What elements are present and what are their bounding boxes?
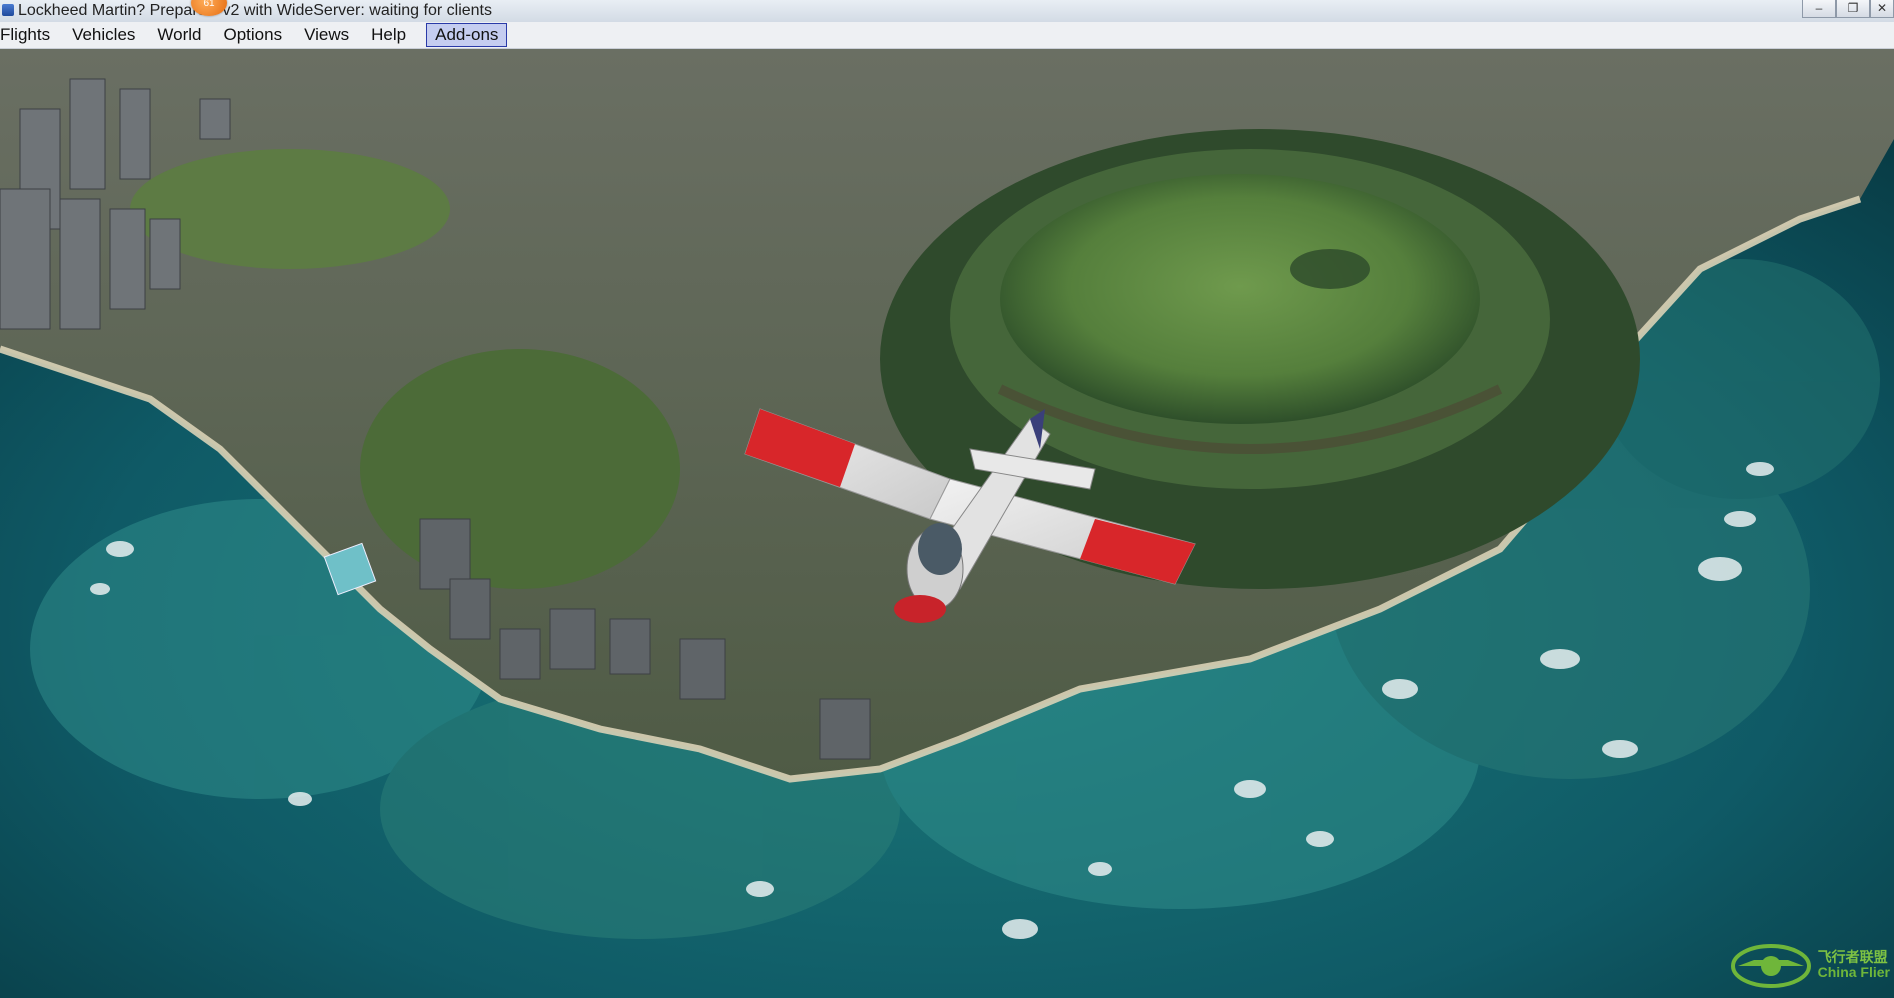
- restore-button[interactable]: ❐: [1836, 0, 1870, 18]
- menu-world[interactable]: World: [145, 23, 211, 47]
- menu-bar: Flights Vehicles World Options Views Hel…: [0, 22, 1894, 49]
- window-controls: – ❐ ✕: [1802, 0, 1894, 18]
- scenery-render: [0, 49, 1894, 998]
- watermark-cn: 飞行者联盟: [1817, 948, 1888, 965]
- china-flier-logo-icon: [1730, 944, 1811, 988]
- close-button[interactable]: ✕: [1870, 0, 1894, 18]
- minimize-button[interactable]: –: [1802, 0, 1836, 18]
- watermark-en: China Flier: [1817, 964, 1890, 980]
- park-area: [360, 349, 680, 589]
- menu-vehicles[interactable]: Vehicles: [60, 23, 145, 47]
- menu-addons[interactable]: Add-ons: [426, 23, 508, 47]
- menu-options[interactable]: Options: [212, 23, 293, 47]
- app-icon: [2, 4, 14, 16]
- menu-help[interactable]: Help: [359, 23, 416, 47]
- menu-flights[interactable]: Flights: [0, 23, 60, 47]
- menu-views[interactable]: Views: [292, 23, 359, 47]
- watermark: 飞行者联盟 China Flier: [1728, 936, 1890, 994]
- simulator-viewport[interactable]: 飞行者联盟 China Flier: [0, 49, 1894, 998]
- window-title: Lockheed Martin? Prepar3D v2 with WideSe…: [18, 2, 492, 19]
- title-bar[interactable]: Lockheed Martin? Prepar3D v2 with WideSe…: [0, 0, 1894, 23]
- simulator-window: Lockheed Martin? Prepar3D v2 with WideSe…: [0, 0, 1894, 998]
